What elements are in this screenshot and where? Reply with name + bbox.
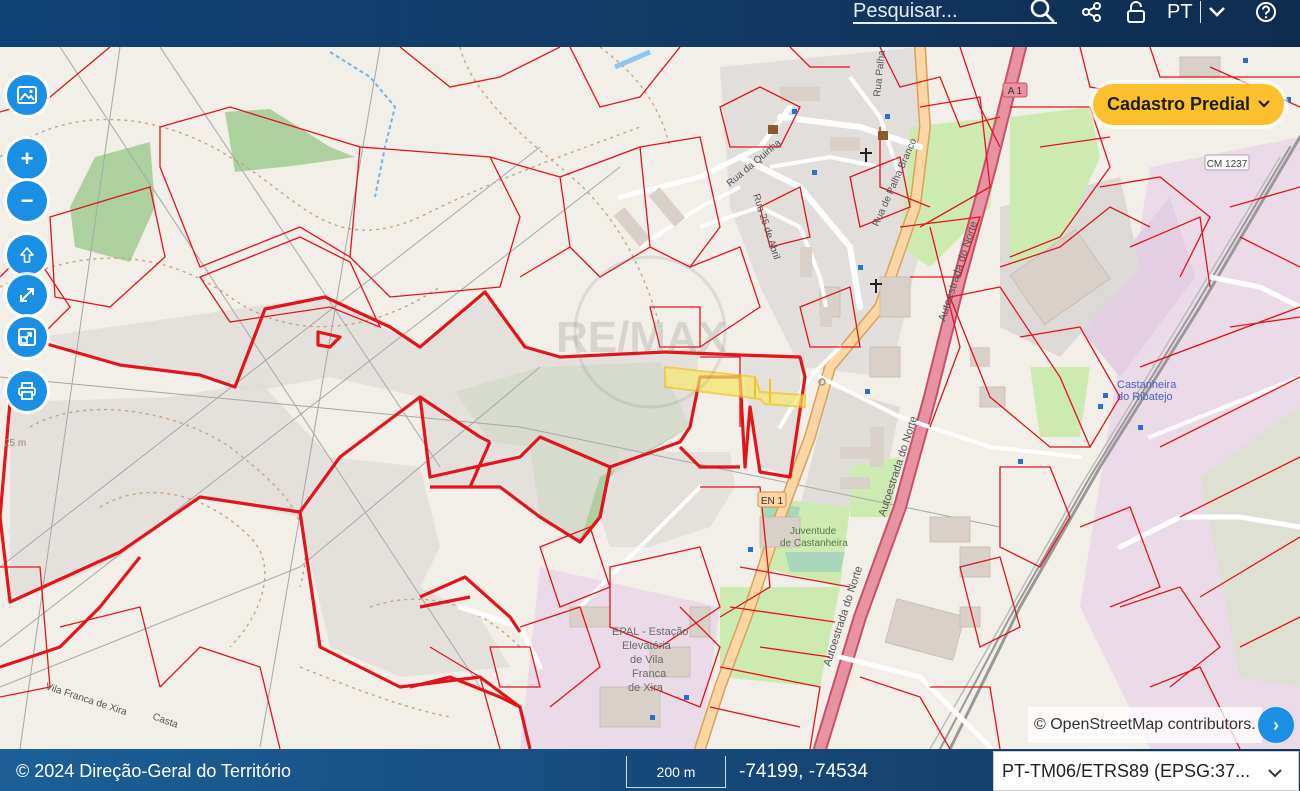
attribution-text: © OpenStreetMap contributors.: [1034, 716, 1256, 733]
help-icon[interactable]: [1255, 0, 1277, 24]
share-icon[interactable]: [1081, 0, 1103, 24]
top-bar: PT: [0, 0, 1300, 47]
svg-text:CM 1237: CM 1237: [1207, 159, 1248, 170]
search-box[interactable]: [853, 0, 1057, 24]
map-canvas[interactable]: RE/MAX A 1 CM 1237 EN 1 Autoestrada do N…: [0, 47, 1300, 749]
mouse-coordinates: -74199, -74534: [739, 761, 868, 782]
road-shield-en1: EN 1: [757, 491, 787, 508]
scale-label: 200 m: [656, 763, 696, 780]
place-label: Elevatória: [622, 640, 672, 652]
place-label: Franca: [632, 668, 667, 680]
road-label: Casta: [151, 711, 180, 730]
copyright-text: © 2024 Direção-Geral do Território: [16, 761, 292, 781]
fullscreen-button[interactable]: [7, 275, 47, 315]
plus-icon: +: [20, 146, 34, 171]
place-label: EPAL - Estação: [612, 626, 688, 638]
scale-bar: 200 m: [626, 756, 726, 788]
expand-icon: [20, 288, 34, 302]
attribution-toggle-button[interactable]: ›: [1258, 707, 1294, 743]
layer-selector-button[interactable]: Cadastro Predial: [1093, 84, 1284, 125]
basemap-button[interactable]: [7, 75, 47, 115]
place-label: de Vila: [630, 654, 664, 666]
map-attribution: © OpenStreetMap contributors.: [1028, 707, 1262, 743]
place-label: Castanheira: [1117, 379, 1177, 391]
chevron-down-icon: [1208, 7, 1225, 17]
language-label: PT: [1167, 0, 1193, 23]
bottom-bar: © 2024 Direção-Geral do Território 200 m…: [0, 749, 1300, 791]
map-base-layer: RE/MAX A 1 CM 1237 EN 1 Autoestrada do N…: [0, 47, 1300, 749]
chevron-right-icon: ›: [1273, 714, 1279, 735]
chevron-down-icon: [1268, 769, 1282, 778]
road-shield-a1: A 1: [1002, 82, 1028, 98]
zoom-in-button[interactable]: +: [7, 139, 47, 179]
place-label: do Ribatejo: [1117, 391, 1173, 403]
arrow-up-icon: [20, 247, 34, 263]
crs-label: PT-TM06/ETRS89 (EPSG:37...: [1002, 760, 1251, 781]
divider: [1199, 1, 1201, 23]
search-input[interactable]: [853, 0, 1028, 22]
image-icon: [17, 86, 37, 104]
watermark-text: RE/MAX: [556, 313, 727, 362]
contour-label: 25 m: [4, 438, 26, 449]
home-extent-button[interactable]: [7, 235, 47, 275]
layer-selector-label: Cadastro Predial: [1107, 94, 1251, 114]
zoom-to-extent-button[interactable]: [7, 317, 47, 357]
search-icon[interactable]: [1029, 0, 1055, 23]
road-label: Vila Franca de Xira: [44, 681, 129, 718]
place-label: de Castanheira: [780, 538, 848, 549]
minus-icon: −: [20, 188, 34, 213]
language-selector[interactable]: PT: [1167, 0, 1227, 24]
place-label: de Xira: [628, 682, 664, 694]
chevron-down-icon: [1258, 100, 1270, 108]
crs-selector[interactable]: PT-TM06/ETRS89 (EPSG:37...: [993, 751, 1299, 791]
svg-text:EN 1: EN 1: [761, 496, 784, 507]
lock-open-icon[interactable]: [1125, 0, 1147, 24]
printer-icon: [18, 382, 36, 400]
zoom-extent-icon: [18, 328, 36, 346]
zoom-out-button[interactable]: −: [7, 181, 47, 221]
place-label: Juventude: [790, 526, 837, 537]
svg-text:A 1: A 1: [1008, 86, 1023, 97]
road-shield-cm1237: CM 1237: [1204, 154, 1250, 171]
print-button[interactable]: [7, 371, 47, 411]
